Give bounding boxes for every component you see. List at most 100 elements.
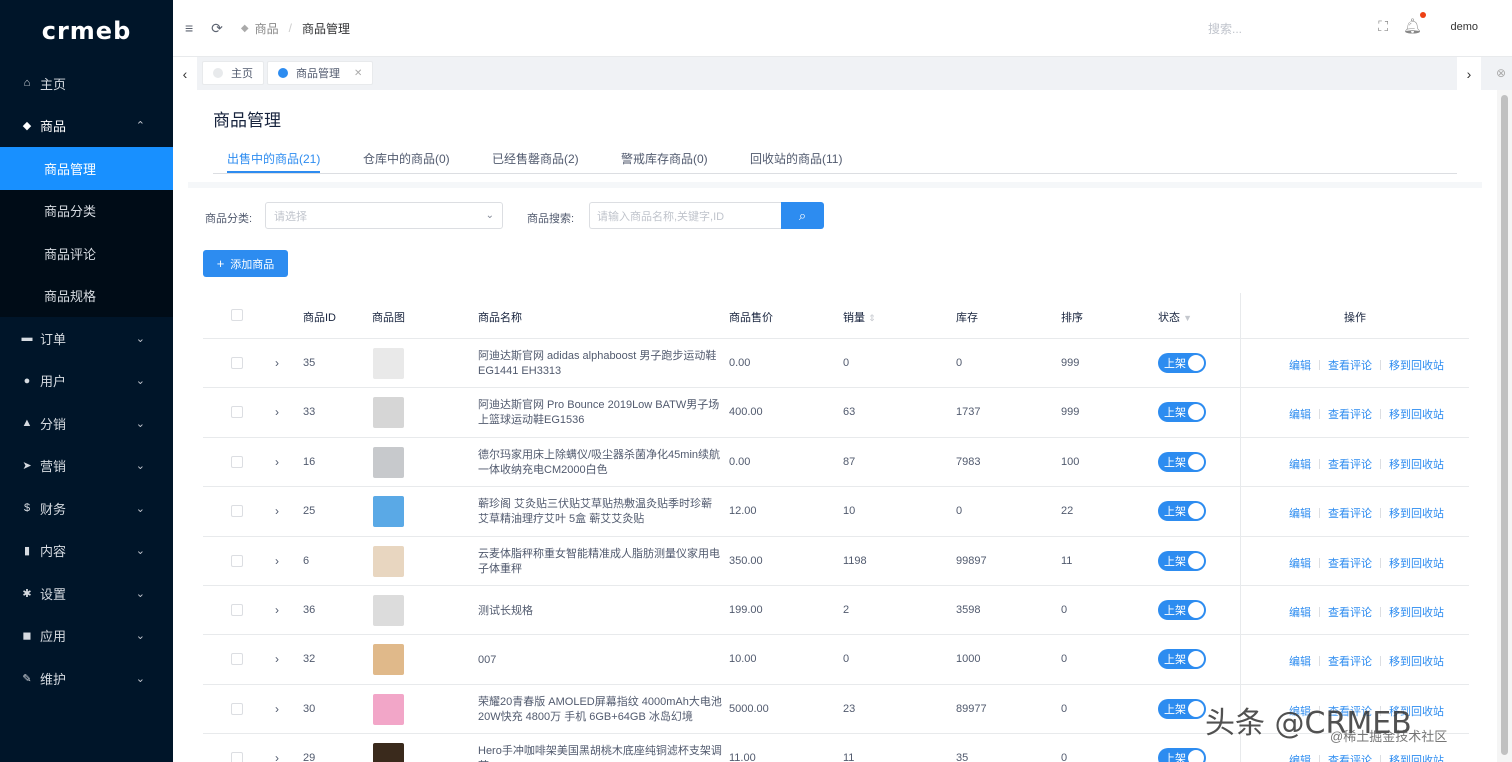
table-row[interactable]: › 16 德尔玛家用床上除螨仪/吸尘器杀菌净化45min续航一体收纳充电CM2000…: [203, 438, 1469, 488]
sidebar-item-6[interactable]: $ 财务 ⌄: [0, 487, 173, 530]
th-sales[interactable]: 销量 ⇕: [843, 309, 876, 325]
header-search-input[interactable]: 搜索...: [1208, 20, 1242, 37]
submenu-item-3[interactable]: 商品规格: [0, 275, 173, 318]
expand-icon[interactable]: ›: [275, 356, 279, 370]
tab-4[interactable]: 回收站的商品(11): [750, 150, 842, 173]
move-to-recycle-link[interactable]: 移到回收站: [1389, 604, 1444, 620]
move-to-recycle-link[interactable]: 移到回收站: [1389, 752, 1444, 762]
select-all-checkbox[interactable]: [231, 309, 243, 321]
sidebar-item-4[interactable]: ▲ 分销 ⌄: [0, 402, 173, 445]
user-menu[interactable]: demo: [1450, 21, 1478, 33]
edit-link[interactable]: 编辑: [1289, 406, 1311, 422]
edit-link[interactable]: 编辑: [1289, 456, 1311, 472]
move-to-recycle-link[interactable]: 移到回收站: [1389, 555, 1444, 571]
move-to-recycle-link[interactable]: 移到回收站: [1389, 505, 1444, 521]
submenu-item-0[interactable]: 商品管理: [0, 147, 173, 190]
view-reviews-link[interactable]: 查看评论: [1328, 653, 1372, 669]
view-reviews-link[interactable]: 查看评论: [1328, 555, 1372, 571]
view-reviews-link[interactable]: 查看评论: [1328, 752, 1372, 762]
expand-icon[interactable]: ›: [275, 702, 279, 716]
sidebar-item-5[interactable]: ➤ 营销 ⌄: [0, 445, 173, 488]
bell-icon[interactable]: 🔔︎: [1403, 17, 1422, 35]
th-status[interactable]: 状态 ▼: [1158, 309, 1192, 325]
status-toggle[interactable]: 上架: [1158, 599, 1206, 620]
status-toggle[interactable]: 上架: [1158, 501, 1206, 522]
table-row[interactable]: › 33 阿迪达斯官网 Pro Bounce 2019Low BATW男子场上篮球运…: [203, 388, 1469, 438]
view-reviews-link[interactable]: 查看评论: [1328, 604, 1372, 620]
tab-1[interactable]: 仓库中的商品(0): [363, 150, 450, 173]
table-row[interactable]: › 36 测试长规格 199.00 2 3598 0 上架 编辑 查看评论 移到回收站: [203, 586, 1469, 636]
row-checkbox[interactable]: [231, 505, 243, 518]
scrollbar-thumb[interactable]: [1501, 95, 1508, 755]
row-checkbox[interactable]: [231, 455, 243, 468]
expand-icon[interactable]: ›: [275, 603, 279, 617]
refresh-icon[interactable]: ⟳: [211, 20, 223, 37]
row-checkbox[interactable]: [231, 653, 243, 666]
fullscreen-icon[interactable]: ⛶: [1378, 18, 1388, 35]
expand-icon[interactable]: ›: [275, 554, 279, 568]
submenu-item-2[interactable]: 商品评论: [0, 232, 173, 275]
sidebar-item-7[interactable]: ▮ 内容 ⌄: [0, 530, 173, 573]
status-toggle[interactable]: 上架: [1158, 402, 1206, 423]
view-reviews-link[interactable]: 查看评论: [1328, 505, 1372, 521]
row-checkbox[interactable]: [231, 752, 243, 762]
view-reviews-link[interactable]: 查看评论: [1328, 357, 1372, 373]
move-to-recycle-link[interactable]: 移到回收站: [1389, 653, 1444, 669]
edit-link[interactable]: 编辑: [1289, 505, 1311, 521]
row-checkbox[interactable]: [231, 406, 243, 419]
table-row[interactable]: › 32 007 10.00 0 1000 0 上架 编辑 查看评论 移到回收站: [203, 635, 1469, 685]
sidebar-item-8[interactable]: ✱ 设置 ⌄: [0, 572, 173, 615]
table-row[interactable]: › 25 蕲珍阁 艾灸贴三伏贴艾草贴热敷温灸贴季时珍蕲艾草精油理疗艾叶 5盒 蕲艾艾…: [203, 487, 1469, 537]
view-reviews-link[interactable]: 查看评论: [1328, 456, 1372, 472]
status-toggle[interactable]: 上架: [1158, 698, 1206, 719]
tag-home[interactable]: 主页: [202, 61, 264, 85]
logo[interactable]: crmeb: [0, 0, 173, 62]
status-toggle[interactable]: 上架: [1158, 649, 1206, 670]
status-toggle[interactable]: 上架: [1158, 748, 1206, 762]
sidebar-item-9[interactable]: ◼ 应用 ⌄: [0, 615, 173, 658]
edit-link[interactable]: 编辑: [1289, 653, 1311, 669]
tab-3[interactable]: 警戒库存商品(0): [621, 150, 708, 173]
tag-current[interactable]: 商品管理 ✕: [267, 61, 374, 85]
expand-icon[interactable]: ›: [275, 504, 279, 518]
sidebar-item-10[interactable]: ✎ 维护 ⌄: [0, 657, 173, 700]
status-toggle[interactable]: 上架: [1158, 451, 1206, 472]
tags-scroll-right-icon[interactable]: ›: [1457, 57, 1481, 91]
status-toggle[interactable]: 上架: [1158, 550, 1206, 571]
sidebar-item-3[interactable]: ● 用户 ⌄: [0, 360, 173, 403]
view-reviews-link[interactable]: 查看评论: [1328, 406, 1372, 422]
expand-icon[interactable]: ›: [275, 652, 279, 666]
table-row[interactable]: › 35 阿迪达斯官网 adidas alphaboost 男子跑步运动鞋EG144…: [203, 339, 1469, 389]
tab-0[interactable]: 出售中的商品(21): [227, 150, 321, 173]
page-scrollbar[interactable]: [1497, 90, 1512, 762]
move-to-recycle-link[interactable]: 移到回收站: [1389, 456, 1444, 472]
edit-link[interactable]: 编辑: [1289, 752, 1311, 762]
move-to-recycle-link[interactable]: 移到回收站: [1389, 357, 1444, 373]
search-input[interactable]: 请输入商品名称,关键字,ID: [589, 202, 781, 229]
add-product-button[interactable]: + 添加商品: [203, 250, 288, 277]
status-toggle[interactable]: 上架: [1158, 353, 1206, 373]
row-checkbox[interactable]: [231, 603, 243, 616]
edit-link[interactable]: 编辑: [1289, 604, 1311, 620]
close-icon[interactable]: ✕: [354, 68, 362, 79]
sidebar-item-2[interactable]: ▬ 订单 ⌄: [0, 317, 173, 360]
expand-icon[interactable]: ›: [275, 405, 279, 419]
row-checkbox[interactable]: [231, 702, 243, 715]
row-checkbox[interactable]: [231, 554, 243, 567]
menu-toggle-icon[interactable]: ≡: [185, 20, 193, 36]
tab-2[interactable]: 已经售罄商品(2): [492, 150, 579, 173]
tags-scroll-left-icon[interactable]: ‹: [173, 57, 197, 91]
close-all-tags-icon[interactable]: ⊗: [1496, 66, 1506, 80]
edit-link[interactable]: 编辑: [1289, 357, 1311, 373]
category-select[interactable]: 请选择 ⌄: [265, 202, 503, 229]
submenu-item-1[interactable]: 商品分类: [0, 190, 173, 233]
expand-icon[interactable]: ›: [275, 751, 279, 762]
breadcrumb-root[interactable]: 商品: [255, 20, 279, 37]
expand-icon[interactable]: ›: [275, 455, 279, 469]
row-checkbox[interactable]: [231, 357, 243, 369]
edit-link[interactable]: 编辑: [1289, 555, 1311, 571]
table-row[interactable]: › 6 云麦体脂秤称重女智能精准成人脂肪测量仪家用电子体重秤 350.00 1198 99…: [203, 537, 1469, 586]
sidebar-item-1[interactable]: ◆ 商品 ⌃: [0, 105, 173, 148]
move-to-recycle-link[interactable]: 移到回收站: [1389, 406, 1444, 422]
sidebar-item-0[interactable]: ⌂ 主页: [0, 62, 173, 105]
